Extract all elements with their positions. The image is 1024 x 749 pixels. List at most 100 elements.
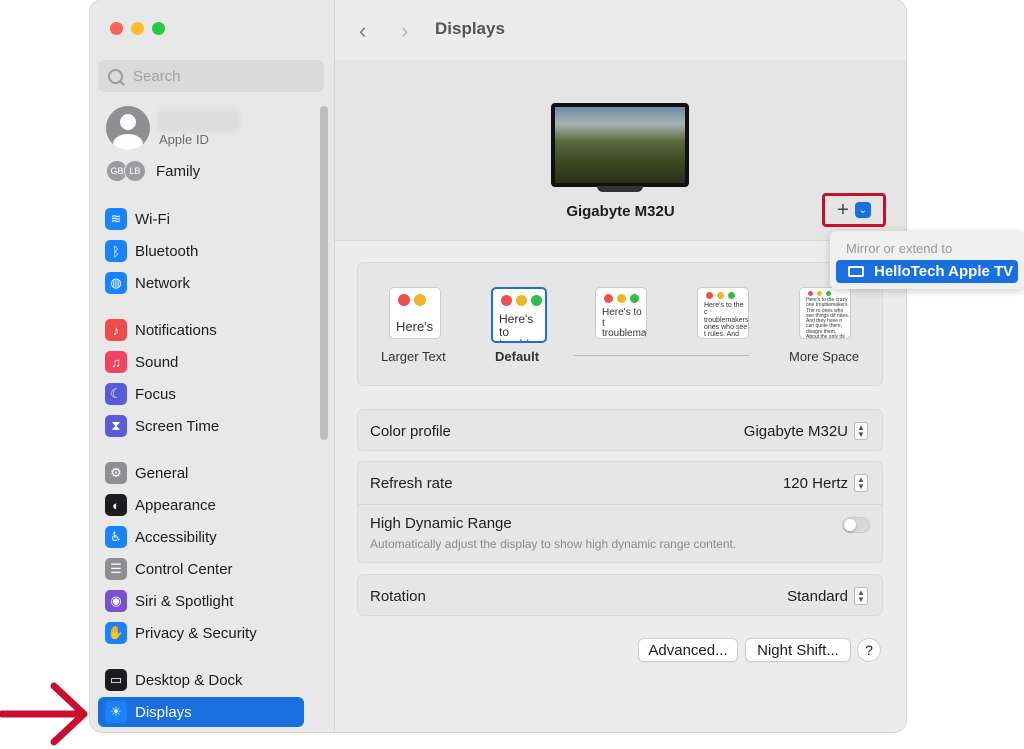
sidebar-item-label: Sound xyxy=(135,353,179,371)
bell-icon: ♪ xyxy=(105,319,127,341)
rotation-row[interactable]: Rotation Standard ▲ ▼ xyxy=(357,574,883,616)
updown-chevron-icon: ▲ ▼ xyxy=(854,422,868,440)
sidebar-item-focus[interactable]: ☾ Focus xyxy=(98,379,306,409)
siri-icon: ◉ xyxy=(105,590,127,612)
minimize-button[interactable] xyxy=(131,22,144,35)
night-shift-button[interactable]: Night Shift... xyxy=(745,638,851,662)
appearance-icon: ◐ xyxy=(105,494,127,516)
forward-chevron-icon[interactable]: › xyxy=(401,18,408,44)
sidebar-item-label: Bluetooth xyxy=(135,242,199,260)
sidebar-item-label: Network xyxy=(135,274,191,292)
resolution-option-larger-text[interactable]: Here's xyxy=(389,287,441,339)
resolution-picker: Here's Larger Text Here's to troublem De… xyxy=(357,262,883,386)
color-profile-row[interactable]: Color profile Gigabyte M32U ▲ ▼ xyxy=(357,409,883,451)
resolution-option-more-space[interactable]: Here's to the crazy one troublemakers. T… xyxy=(799,287,851,339)
add-display-button[interactable]: + ⌄ xyxy=(822,193,886,227)
family-label: Family xyxy=(156,162,201,180)
moon-icon: ☾ xyxy=(105,383,127,405)
close-button[interactable] xyxy=(110,22,123,35)
sidebar-item-appearance[interactable]: ◐ Appearance xyxy=(98,490,306,520)
sidebar-item-label: Privacy & Security xyxy=(135,624,257,642)
hdr-label: High Dynamic Range xyxy=(370,515,512,532)
mirror-extend-menu: Mirror or extend to HelloTech Apple TV xyxy=(830,231,1024,289)
rotation-popup[interactable]: Standard ▲ ▼ xyxy=(787,587,868,605)
back-chevron-icon[interactable]: ‹ xyxy=(359,18,366,44)
sidebar-item-privacy-security[interactable]: ✋ Privacy & Security xyxy=(98,618,306,648)
sidebar-item-label: Desktop & Dock xyxy=(135,671,243,689)
wifi-icon: ≋ xyxy=(105,208,127,230)
toggles-icon: ☰ xyxy=(105,558,127,580)
hdr-description: Automatically adjust the display to show… xyxy=(370,537,737,551)
resolution-option-4[interactable]: Here's to the c troublemakers. ones who … xyxy=(697,287,749,339)
sidebar-item-general[interactable]: ⚙ General xyxy=(98,458,306,488)
sidebar-item-displays[interactable]: ☀ Displays xyxy=(98,697,304,727)
display-name: Gigabyte M32U xyxy=(566,203,675,220)
refresh-rate-row[interactable]: Refresh rate 120 Hertz ▲ ▼ xyxy=(358,462,882,505)
dock-icon: ▭ xyxy=(105,669,127,691)
search-input[interactable] xyxy=(131,66,315,86)
settings-window: Apple ID GB LB Family ≋ Wi-Fi ᛒ Bluetooth ◍ N… xyxy=(90,0,906,732)
menu-item-apple-tv[interactable]: HelloTech Apple TV xyxy=(836,260,1018,283)
airplay-icon xyxy=(848,266,864,277)
color-profile-popup[interactable]: Gigabyte M32U ▲ ▼ xyxy=(744,422,868,440)
search-field[interactable] xyxy=(98,60,324,92)
speaker-icon: ♫ xyxy=(105,351,127,373)
hdr-toggle[interactable] xyxy=(842,517,870,533)
resolution-slider-track[interactable] xyxy=(574,355,750,356)
hourglass-icon: ⧗ xyxy=(105,415,127,437)
sidebar-item-label: Displays xyxy=(135,703,192,721)
sidebar: Apple ID GB LB Family ≋ Wi-Fi ᛒ Bluetooth ◍ N… xyxy=(90,0,335,732)
traffic-lights xyxy=(110,22,165,35)
monitor-stand xyxy=(597,186,643,192)
sidebar-item-label: Wi-Fi xyxy=(135,210,170,228)
sidebar-item-control-center[interactable]: ☰ Control Center xyxy=(98,554,306,584)
red-arrow-annotation xyxy=(0,682,88,746)
sun-icon: ☀ xyxy=(105,701,127,723)
wallpaper-preview xyxy=(555,107,685,183)
sidebar-item-sound[interactable]: ♫ Sound xyxy=(98,347,306,377)
sidebar-scrollbar[interactable] xyxy=(320,106,328,440)
apple-id-item[interactable] xyxy=(106,106,150,150)
sidebar-item-label: Control Center xyxy=(135,560,233,578)
rotation-label: Rotation xyxy=(370,587,426,605)
apple-id-label: Apple ID xyxy=(159,132,209,147)
sidebar-item-label: Siri & Spotlight xyxy=(135,592,234,610)
sidebar-item-label: Accessibility xyxy=(135,528,217,546)
refresh-rate-label: Refresh rate xyxy=(370,474,453,492)
hdr-row: High Dynamic Range Automatically adjust … xyxy=(358,505,882,563)
monitor-icon[interactable] xyxy=(551,103,689,187)
search-icon xyxy=(108,68,123,84)
sidebar-item-network[interactable]: ◍ Network xyxy=(98,268,306,298)
resolution-label: More Space xyxy=(789,349,860,364)
bluetooth-icon: ᛒ xyxy=(105,240,127,262)
help-button[interactable]: ? xyxy=(857,638,881,662)
avatar xyxy=(106,106,150,150)
family-item[interactable]: GB LB Family xyxy=(106,160,200,182)
sidebar-item-label: General xyxy=(135,464,189,482)
display-arrangement: Gigabyte M32U + ⌄ xyxy=(335,60,906,241)
resolution-label: Larger Text xyxy=(381,349,446,364)
zoom-button[interactable] xyxy=(152,22,165,35)
hand-icon: ✋ xyxy=(105,622,127,644)
resolution-option-default[interactable]: Here's to troublem xyxy=(491,287,547,343)
page-title: Displays xyxy=(435,19,505,38)
sidebar-item-screen-time[interactable]: ⧗ Screen Time xyxy=(98,411,306,441)
sidebar-item-accessibility[interactable]: ♿ Accessibility xyxy=(98,522,306,552)
sidebar-item-siri-spotlight[interactable]: ◉ Siri & Spotlight xyxy=(98,586,306,616)
sidebar-item-label: Focus xyxy=(135,385,176,403)
blurred-user-name xyxy=(158,110,240,132)
sidebar-item-desktop-dock[interactable]: ▭ Desktop & Dock xyxy=(98,665,306,695)
refresh-rate-popup[interactable]: 120 Hertz ▲ ▼ xyxy=(783,474,868,492)
color-profile-label: Color profile xyxy=(370,422,451,440)
menu-header: Mirror or extend to xyxy=(846,241,953,256)
resolution-option-3[interactable]: Here's to t troublema ones who xyxy=(595,287,647,339)
sidebar-item-notifications[interactable]: ♪ Notifications xyxy=(98,315,306,345)
chevron-down-icon[interactable]: ⌄ xyxy=(854,202,871,218)
sidebar-item-wi-fi[interactable]: ≋ Wi-Fi xyxy=(98,204,306,234)
accessibility-icon: ♿ xyxy=(105,526,127,548)
globe-icon: ◍ xyxy=(105,272,127,294)
gear-icon: ⚙ xyxy=(105,462,127,484)
advanced-button[interactable]: Advanced... xyxy=(638,638,738,662)
sidebar-item-bluetooth[interactable]: ᛒ Bluetooth xyxy=(98,236,306,266)
main-pane: ‹ › Displays Gigabyte M32U + ⌄ Here's La… xyxy=(335,0,906,732)
